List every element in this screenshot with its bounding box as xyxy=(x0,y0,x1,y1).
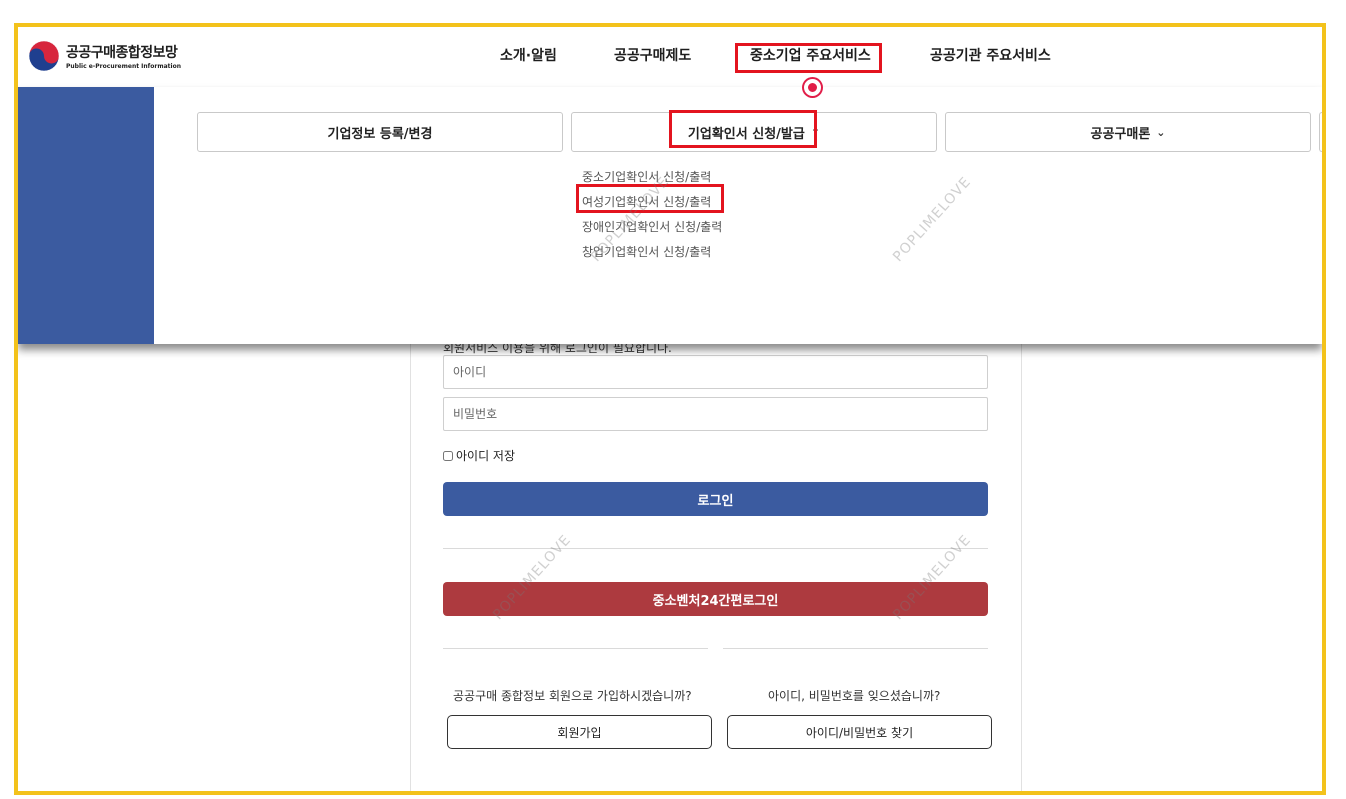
divider-left xyxy=(443,648,708,649)
nav-procurement-system[interactable]: 공공구매제도 xyxy=(614,45,691,65)
tab-company-certificate[interactable]: 기업확인서 신청/발급 ⌃ xyxy=(571,112,937,152)
submenu-disabled-certificate[interactable]: 장애인기업확인서 신청/출력 xyxy=(582,218,722,235)
chevron-down-icon: ⌄ xyxy=(1156,125,1166,139)
password-input[interactable] xyxy=(443,397,988,431)
tab-label: 공공구매론 xyxy=(1090,126,1151,142)
find-account-question: 아이디, 비밀번호를 잊으셨습니까? xyxy=(768,689,941,703)
id-input[interactable] xyxy=(443,355,988,389)
login-button[interactable]: 로그인 xyxy=(443,482,988,516)
tab-label: 기업정보 등록/변경 xyxy=(327,126,433,142)
mega-dropdown-menu: 기업정보 등록/변경 기업확인서 신청/발급 ⌃ 공공구매론 ⌄ 중소기업확인서… xyxy=(18,87,1322,344)
divider xyxy=(443,548,988,549)
cursor-indicator xyxy=(804,79,821,96)
submenu-women-certificate[interactable]: 여성기업확인서 신청/출력 xyxy=(582,193,711,210)
remember-id-label: 아이디 저장 xyxy=(456,449,516,463)
divider-right xyxy=(723,648,988,649)
dropdown-side-panel xyxy=(18,87,154,344)
nav-sme-services[interactable]: 중소기업 주요서비스 xyxy=(750,45,871,65)
signup-button[interactable]: 회원가입 xyxy=(447,715,712,749)
main-nav: 소개·알림 공공구매제도 중소기업 주요서비스 공공기관 주요서비스 xyxy=(18,27,1322,87)
sme24-easy-login-button[interactable]: 중소벤처24간편로그인 xyxy=(443,582,988,616)
submenu-startup-certificate[interactable]: 창업기업확인서 신청/출력 xyxy=(582,243,711,260)
find-id-password-button[interactable]: 아이디/비밀번호 찾기 xyxy=(727,715,992,749)
chevron-up-icon: ⌃ xyxy=(810,125,821,139)
remember-id[interactable]: 아이디 저장 xyxy=(443,447,515,464)
remember-id-checkbox[interactable] xyxy=(443,450,453,461)
signup-question: 공공구매 종합정보 회원으로 가입하시겠습니까? xyxy=(453,689,692,703)
site-header: 공공구매종합정보망 Public e-Procurement Informati… xyxy=(18,27,1322,96)
nav-public-agency-services[interactable]: 공공기관 주요서비스 xyxy=(930,45,1051,65)
nav-intro-notice[interactable]: 소개·알림 xyxy=(500,45,557,65)
screenshot-frame: 공공구매종합정보망 Public e-Procurement Informati… xyxy=(14,23,1326,795)
tab-label: 기업확인서 신청/발급 xyxy=(687,126,805,142)
tab-public-procurement-loan[interactable]: 공공구매론 ⌄ xyxy=(945,112,1311,152)
tab-company-info-register[interactable]: 기업정보 등록/변경 xyxy=(197,112,563,152)
submenu-sme-certificate[interactable]: 중소기업확인서 신청/출력 xyxy=(582,168,711,185)
tab-next-partial[interactable] xyxy=(1319,112,1322,152)
